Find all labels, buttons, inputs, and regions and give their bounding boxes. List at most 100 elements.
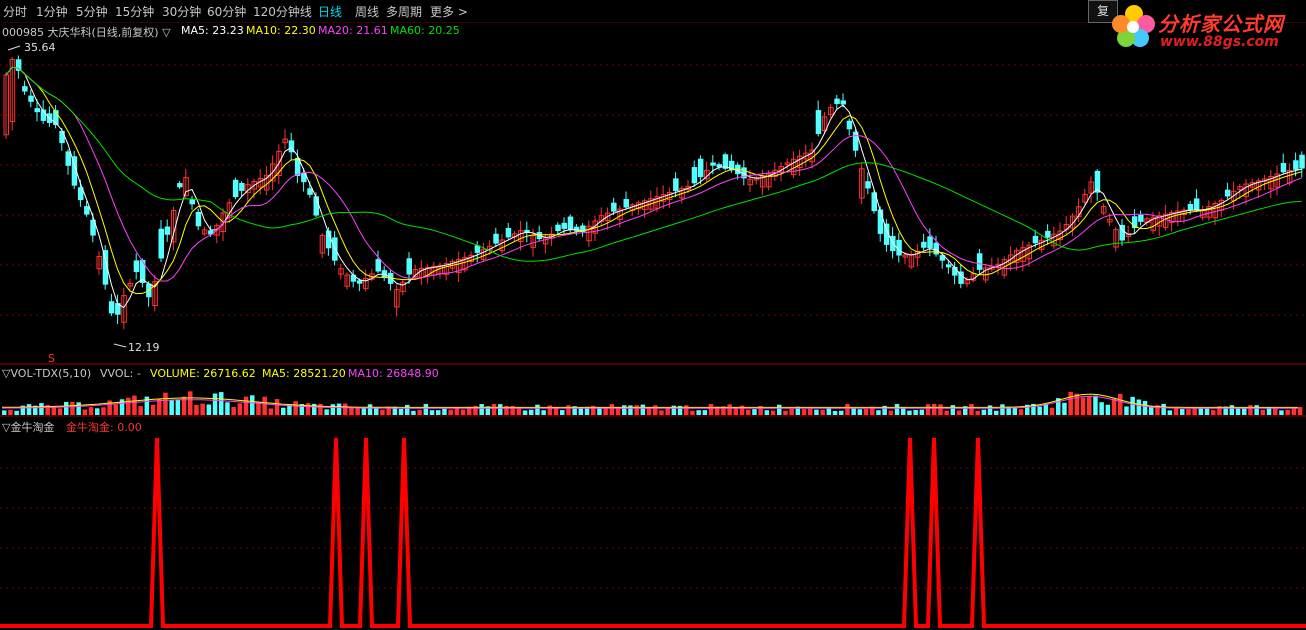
volume-bar: [801, 409, 807, 415]
volume-bar: [1248, 405, 1253, 415]
volume-bar: [343, 403, 348, 415]
volume-bar: [1279, 410, 1284, 415]
volume-bar: [1130, 396, 1135, 415]
volume-bar: [863, 408, 869, 415]
volume-bar: [696, 410, 701, 415]
volume-bar: [975, 410, 980, 415]
kline-chart[interactable]: 35.64 12.19 S: [0, 0, 1306, 630]
volume-bar: [380, 409, 385, 415]
high-pointer: [7, 45, 21, 51]
volume-bar: [1242, 407, 1247, 415]
volume-bar: [1068, 391, 1073, 415]
volume-bar: [498, 404, 503, 415]
volume-bar: [665, 408, 670, 415]
volume-bar: [355, 408, 360, 415]
candle-body: [1032, 235, 1039, 244]
volume-bar: [39, 403, 44, 415]
volume-bar: [274, 399, 280, 415]
volume-bar: [1018, 409, 1024, 415]
volume-bar: [1099, 402, 1104, 415]
volume-bar: [541, 410, 546, 415]
volume-bar: [126, 397, 131, 415]
candle-body: [84, 206, 90, 215]
volume-bar: [702, 410, 708, 415]
volume-bar: [640, 404, 646, 415]
volume-bar: [1105, 404, 1111, 415]
volume-bar: [324, 409, 329, 415]
volume-bar: [175, 399, 181, 415]
volume-bar: [634, 405, 639, 415]
candle-body: [716, 164, 722, 168]
candle-body: [375, 259, 381, 272]
volume-bar: [1186, 409, 1191, 415]
volume-bar: [150, 404, 156, 415]
volume-bar: [851, 408, 856, 415]
volume-bar: [1180, 409, 1185, 415]
candle-body: [22, 86, 28, 92]
volume-bar: [57, 408, 63, 415]
volume-bar: [708, 403, 714, 415]
ma60-line: [5, 66, 1302, 262]
volume-bar: [907, 410, 912, 415]
volume-bar: [318, 403, 323, 415]
candle-body: [611, 202, 617, 212]
volume-bar: [212, 393, 218, 415]
volume-bar: [398, 409, 404, 415]
volume-bar: [243, 396, 249, 415]
volume-bar: [1211, 410, 1216, 415]
volume-bar: [64, 401, 69, 415]
volume-bar: [932, 403, 937, 415]
candle-body: [474, 245, 481, 253]
candle-body: [108, 301, 115, 314]
indicator-signal-line: [0, 437, 1306, 628]
volume-bar: [646, 407, 652, 415]
volume-bar: [950, 405, 956, 415]
volume-bar: [944, 410, 949, 415]
volume-bar: [14, 410, 19, 415]
volume-bar: [367, 404, 373, 415]
volume-bar: [1167, 410, 1173, 415]
volume-bar: [622, 405, 627, 415]
volume-bar: [95, 408, 100, 415]
volume-bar: [1149, 406, 1154, 415]
volume-bar: [603, 407, 608, 415]
volume-bar: [560, 410, 565, 415]
candle-body: [1224, 189, 1231, 197]
volume-bar: [1111, 398, 1117, 415]
ma20-line: [5, 66, 1302, 282]
volume-bar: [1043, 404, 1049, 415]
candle-body: [406, 258, 412, 275]
candle-body: [28, 95, 34, 102]
volume-bar: [653, 405, 658, 415]
volume-bar: [826, 407, 832, 415]
volume-bar: [566, 405, 571, 415]
volume-bar: [442, 408, 447, 415]
volume-bar: [138, 406, 143, 415]
candle-body: [1193, 198, 1200, 211]
volume-bar: [113, 404, 119, 415]
volume-bar: [429, 410, 435, 415]
volume-bar: [1161, 403, 1166, 415]
candle-body: [710, 162, 716, 166]
volume-bar: [609, 404, 615, 415]
candle-body: [840, 100, 846, 105]
candle-body: [239, 182, 245, 191]
candle-body: [1187, 203, 1194, 211]
volume-bar: [169, 400, 174, 415]
candle-body: [815, 110, 822, 134]
candle-body: [164, 226, 171, 235]
volume-bar: [2, 410, 7, 415]
candle-body: [865, 181, 871, 189]
candle-body: [976, 253, 983, 270]
volume-bar: [684, 405, 689, 415]
candle-body: [158, 228, 164, 259]
candle-body: [307, 188, 313, 195]
volume-bar: [1080, 397, 1086, 415]
volume-bar: [820, 409, 825, 415]
candle-body: [834, 98, 840, 104]
volume-bar: [1254, 405, 1259, 415]
volume-bar: [132, 395, 137, 415]
volume-bar: [281, 407, 286, 415]
volume-bar: [987, 405, 993, 415]
volume-bar: [262, 396, 267, 415]
